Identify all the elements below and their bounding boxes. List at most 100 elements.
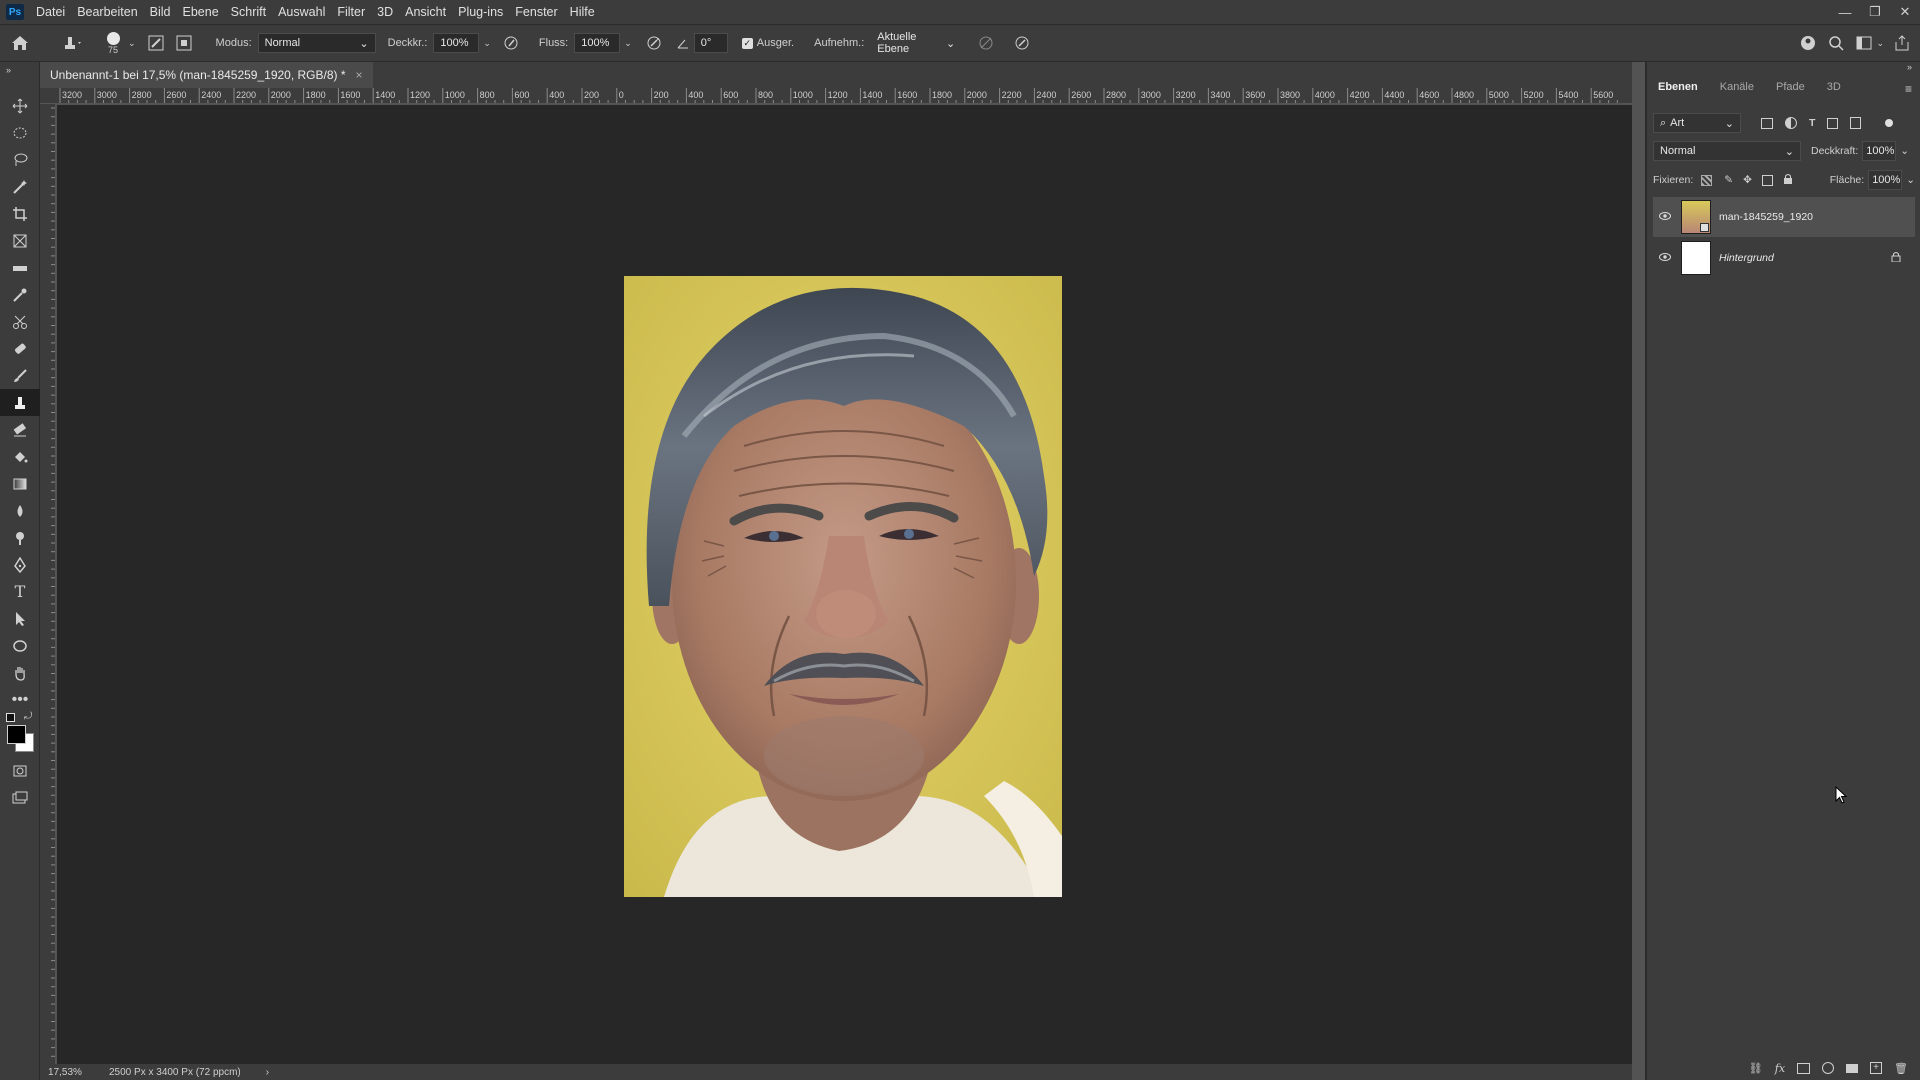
gradient-tool-icon[interactable] bbox=[0, 470, 40, 497]
airbrush-icon[interactable] bbox=[646, 35, 662, 51]
filter-smart-object-icon[interactable] bbox=[1850, 117, 1862, 129]
angle-input[interactable]: 0° bbox=[693, 33, 728, 53]
link-layers-icon[interactable]: ⛓ bbox=[1749, 1062, 1763, 1075]
default-colors-icon[interactable] bbox=[6, 713, 15, 722]
healing-brush-tool-icon[interactable] bbox=[0, 335, 40, 362]
clone-stamp-preset-icon[interactable] bbox=[54, 35, 90, 51]
layer-filter-select[interactable]: ⌕ Art ⌄ bbox=[1653, 113, 1741, 133]
layer-name-man[interactable]: man-1845259_1920 bbox=[1719, 211, 1813, 223]
filter-toggle-icon[interactable] bbox=[1885, 119, 1894, 127]
dodge-tool-icon[interactable] bbox=[0, 524, 40, 551]
tab-kanaele[interactable]: Kanäle bbox=[1709, 74, 1765, 100]
menu-3d[interactable]: 3D bbox=[371, 0, 399, 24]
menu-ansicht[interactable]: Ansicht bbox=[399, 0, 452, 24]
close-tab-icon[interactable]: × bbox=[356, 62, 363, 88]
panel-menu-icon[interactable]: ≡ bbox=[1905, 82, 1912, 96]
layer-name-hintergrund[interactable]: Hintergrund bbox=[1719, 252, 1774, 264]
menu-auswahl[interactable]: Auswahl bbox=[272, 0, 331, 24]
layer-row-man[interactable]: man-1845259_1920 bbox=[1653, 197, 1915, 237]
hand-tool-icon[interactable] bbox=[0, 659, 40, 686]
lock-pixels-icon[interactable]: ✎ bbox=[1724, 174, 1733, 186]
lock-transparent-icon[interactable] bbox=[1701, 174, 1713, 186]
layer-row-hintergrund[interactable]: Hintergrund bbox=[1653, 238, 1915, 278]
pressure-opacity-icon[interactable] bbox=[503, 35, 519, 51]
menu-ebene[interactable]: Ebene bbox=[177, 0, 225, 24]
layer-style-icon[interactable]: fx bbox=[1775, 1062, 1785, 1075]
learn-icon[interactable] bbox=[1800, 35, 1816, 51]
ruler-tool-icon[interactable] bbox=[0, 254, 40, 281]
deckkraft-input[interactable]: 100% bbox=[433, 33, 480, 53]
search-icon[interactable] bbox=[1828, 35, 1844, 51]
menu-schrift[interactable]: Schrift bbox=[225, 0, 272, 24]
menu-datei[interactable]: Datei bbox=[30, 0, 71, 24]
add-mask-icon[interactable] bbox=[1797, 1062, 1811, 1074]
scissors-tool-icon[interactable] bbox=[0, 308, 40, 335]
brush-settings-icon[interactable] bbox=[148, 35, 164, 51]
chevron-down-icon[interactable]: ⌄ bbox=[624, 38, 632, 49]
visibility-eye-icon[interactable] bbox=[1659, 252, 1671, 264]
share-icon[interactable] bbox=[1894, 35, 1910, 51]
lasso-tool-icon[interactable] bbox=[0, 146, 40, 173]
adjustment-layer-icon[interactable] bbox=[1822, 1062, 1835, 1074]
new-group-icon[interactable] bbox=[1846, 1063, 1859, 1073]
lock-all-icon[interactable] bbox=[1783, 173, 1793, 187]
chevron-down-icon[interactable]: ⌄ bbox=[1900, 145, 1909, 157]
tab-ebenen[interactable]: Ebenen bbox=[1647, 74, 1709, 100]
type-tool-icon[interactable]: T bbox=[0, 578, 40, 605]
status-menu-arrow-icon[interactable]: › bbox=[266, 1067, 269, 1078]
lock-artboard-icon[interactable] bbox=[1761, 174, 1773, 186]
menu-hilfe[interactable]: Hilfe bbox=[564, 0, 601, 24]
document-tab[interactable]: Unbenannt-1 bei 17,5% (man-1845259_1920,… bbox=[40, 62, 373, 88]
opacity-input[interactable]: 100% bbox=[1862, 141, 1897, 161]
blend-mode-select[interactable]: Normal ⌄ bbox=[1653, 141, 1801, 161]
chevron-down-icon[interactable]: ⌄ bbox=[1876, 38, 1884, 49]
path-selection-tool-icon[interactable] bbox=[0, 605, 40, 632]
new-layer-icon[interactable]: + bbox=[1870, 1062, 1883, 1074]
pressure-size-icon[interactable] bbox=[1014, 35, 1030, 51]
eyedropper-tool-icon[interactable] bbox=[0, 281, 40, 308]
menu-fenster[interactable]: Fenster bbox=[509, 0, 563, 24]
pen-tool-icon[interactable] bbox=[0, 551, 40, 578]
menu-bearbeiten[interactable]: Bearbeiten bbox=[71, 0, 143, 24]
marquee-tool-icon[interactable] bbox=[0, 119, 40, 146]
more-tools-icon[interactable]: ••• bbox=[0, 686, 40, 713]
ellipse-tool-icon[interactable] bbox=[0, 632, 40, 659]
workspace-icon[interactable] bbox=[1856, 36, 1872, 50]
chevron-down-icon[interactable]: ⌄ bbox=[1906, 174, 1915, 186]
move-tool-icon[interactable] bbox=[0, 92, 40, 119]
tab-3d[interactable]: 3D bbox=[1816, 74, 1852, 100]
menu-filter[interactable]: Filter bbox=[331, 0, 371, 24]
ignore-adjustment-layers-icon[interactable] bbox=[978, 35, 994, 51]
swap-colors-icon[interactable]: ⤾ bbox=[24, 711, 32, 722]
filter-shape-icon[interactable] bbox=[1827, 117, 1839, 129]
filter-type-icon[interactable]: T bbox=[1809, 117, 1815, 129]
home-icon[interactable] bbox=[0, 35, 40, 51]
foreground-color-swatch[interactable] bbox=[7, 725, 26, 744]
tab-pfade[interactable]: Pfade bbox=[1765, 74, 1816, 100]
visibility-eye-icon[interactable] bbox=[1659, 211, 1671, 223]
delete-layer-icon[interactable]: 🗑 bbox=[1894, 1062, 1908, 1075]
fill-input[interactable]: 100% bbox=[1868, 170, 1903, 190]
frame-tool-icon[interactable] bbox=[0, 227, 40, 254]
eraser-tool-icon[interactable] bbox=[0, 416, 40, 443]
menu-plugins[interactable]: Plug-ins bbox=[452, 0, 509, 24]
brush-tool-icon[interactable] bbox=[0, 362, 40, 389]
chevron-down-icon[interactable]: ⌄ bbox=[483, 38, 491, 49]
zoom-level[interactable]: 17,53% bbox=[48, 1067, 94, 1078]
panel-collapse-icon[interactable]: » bbox=[1907, 62, 1912, 72]
quick-mask-icon[interactable] bbox=[0, 757, 40, 784]
portrait-photo[interactable] bbox=[624, 276, 1062, 897]
screen-mode-icon[interactable] bbox=[0, 784, 40, 811]
blur-tool-icon[interactable] bbox=[0, 497, 40, 524]
aufnehmen-select[interactable]: Aktuelle Ebene ⌄ bbox=[870, 31, 963, 55]
paint-bucket-tool-icon[interactable] bbox=[0, 443, 40, 470]
menu-bild[interactable]: Bild bbox=[144, 0, 177, 24]
modus-select[interactable]: Normal ⌄ bbox=[257, 33, 376, 53]
filter-adjustment-icon[interactable] bbox=[1785, 117, 1797, 129]
magic-wand-tool-icon[interactable] bbox=[0, 173, 40, 200]
lock-position-icon[interactable]: ✥ bbox=[1743, 174, 1752, 186]
clone-stamp-tool-icon[interactable] bbox=[0, 389, 40, 416]
ausgerichtet-checkbox[interactable]: ✓ bbox=[741, 37, 753, 49]
color-swatches[interactable]: ⤾ bbox=[0, 711, 40, 757]
restore-button[interactable]: ❐ bbox=[1860, 0, 1890, 24]
